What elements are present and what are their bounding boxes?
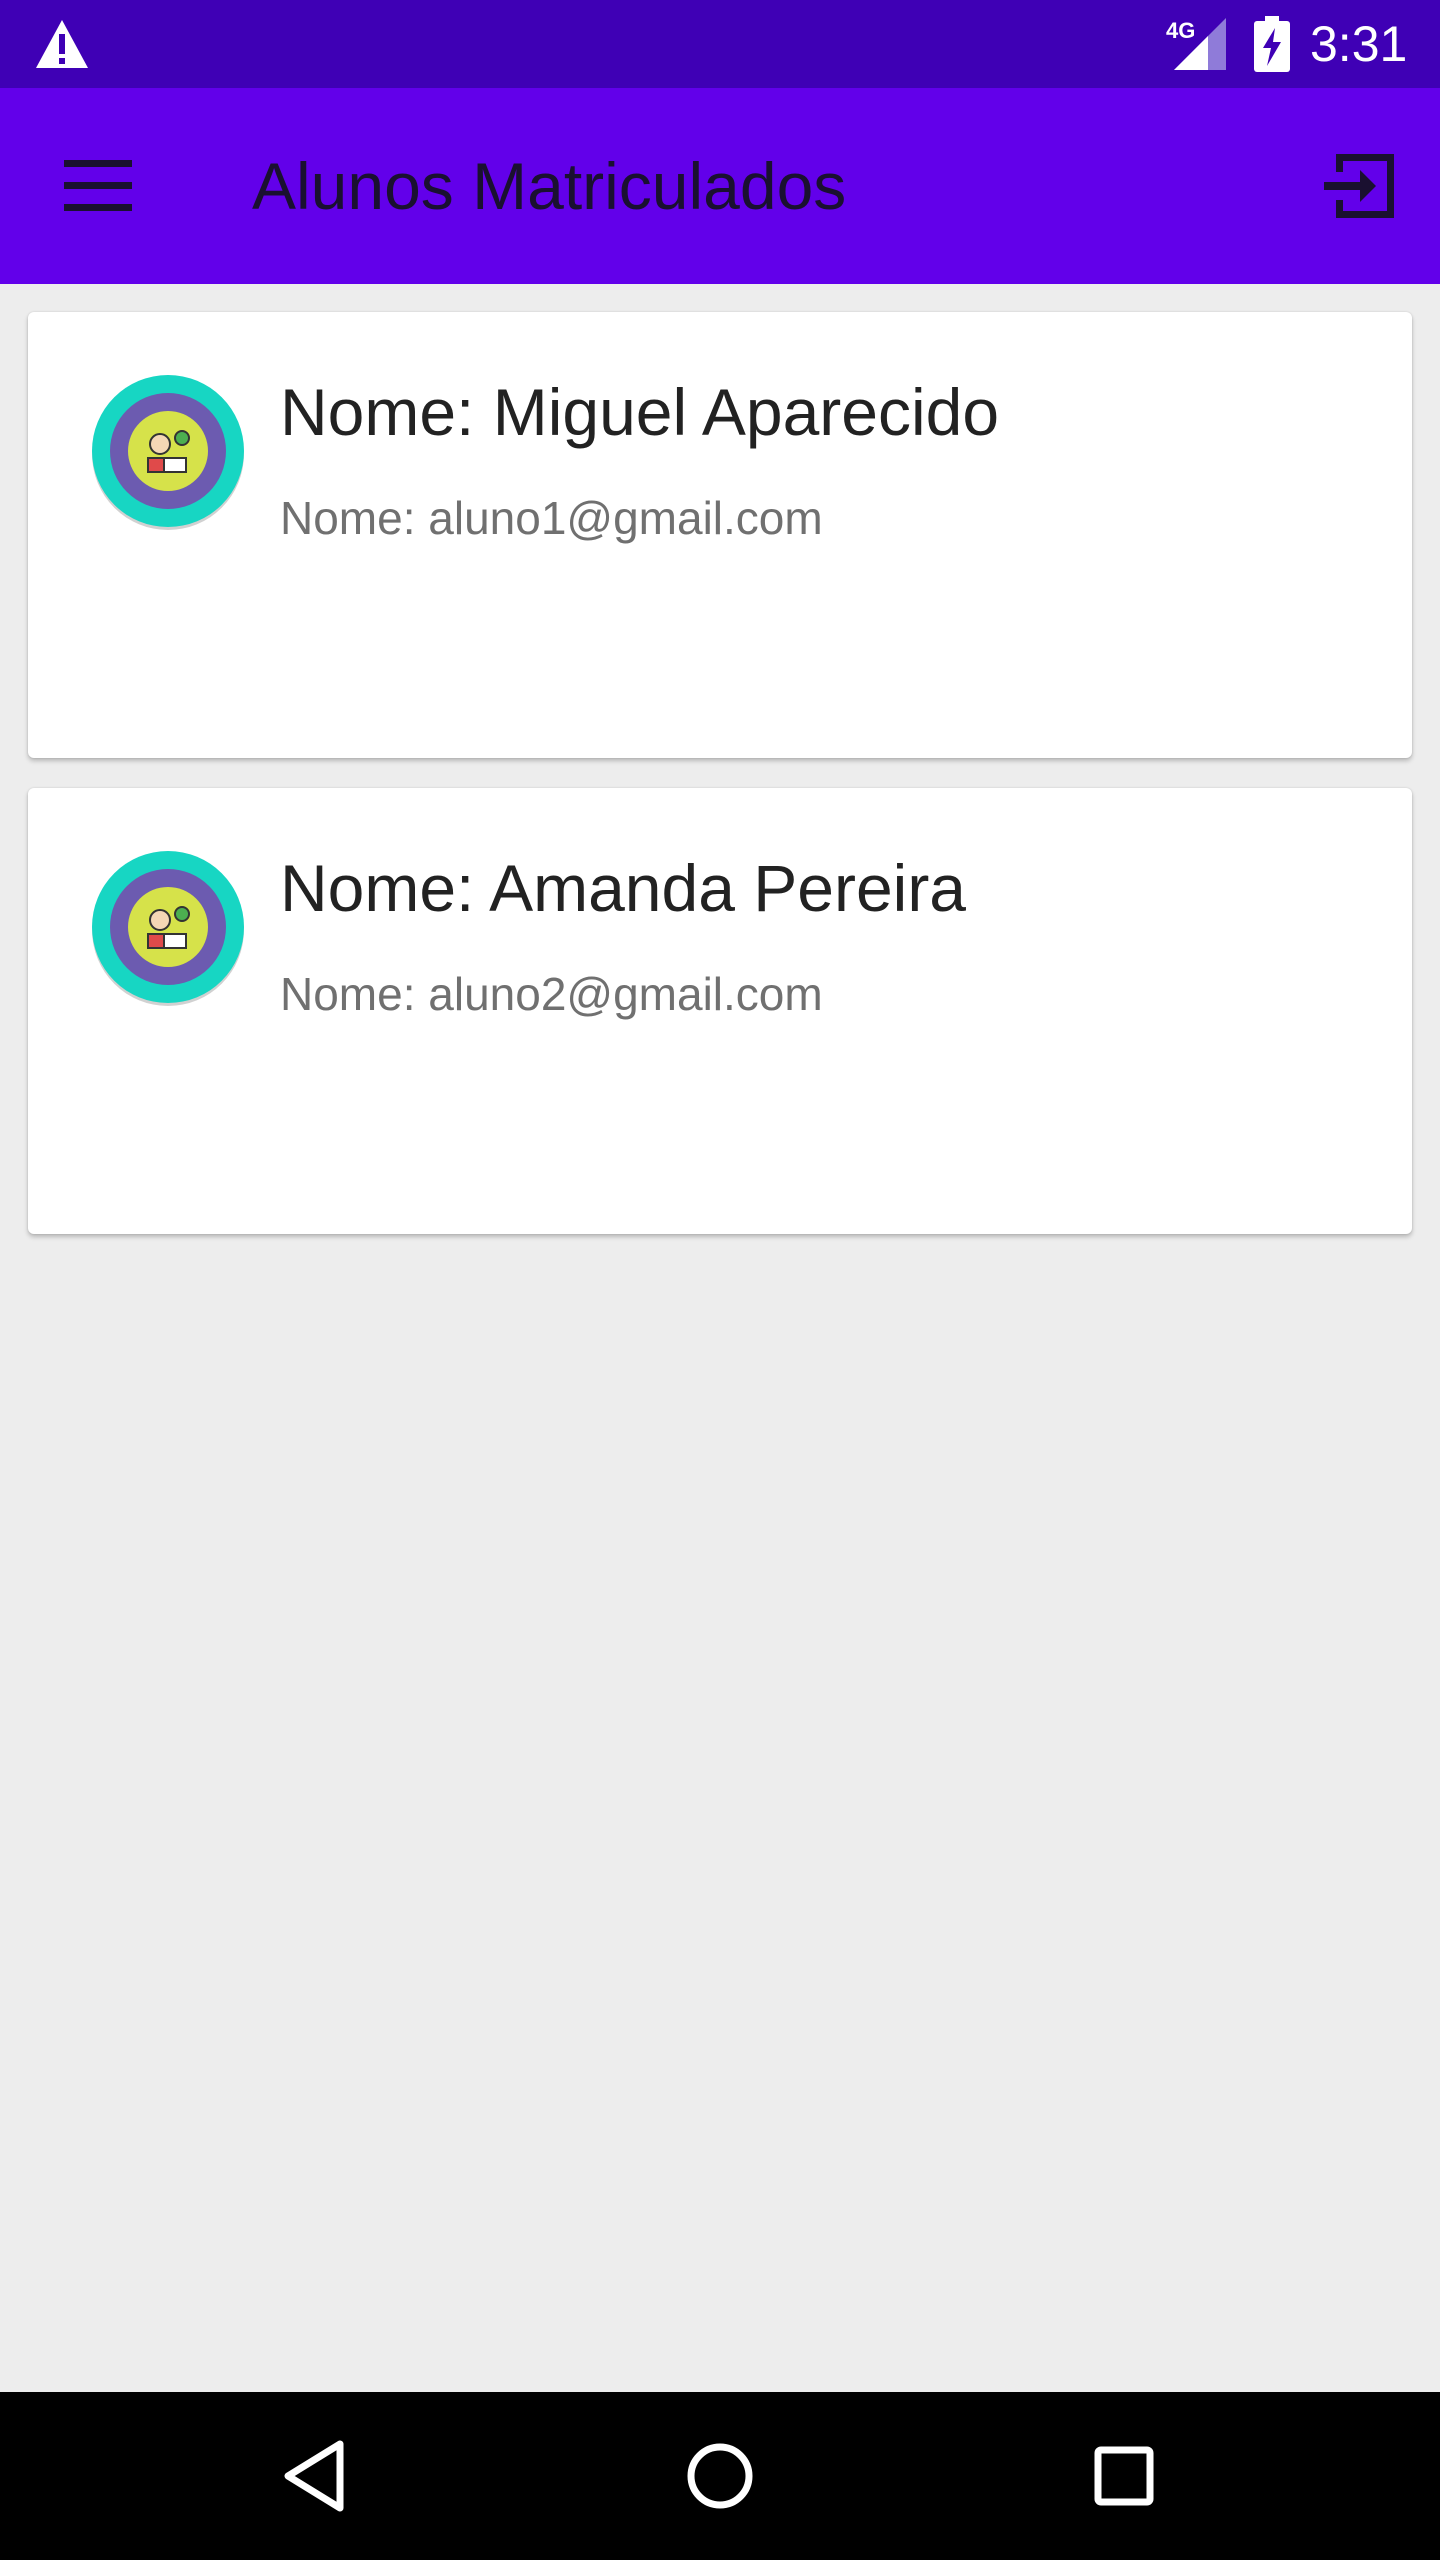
network-type-label: 4G: [1166, 18, 1196, 43]
warning-icon: [36, 20, 88, 68]
recents-icon[interactable]: [1074, 2426, 1174, 2526]
battery-charging-icon: [1254, 16, 1290, 72]
student-avatar-icon: [92, 851, 244, 1006]
hamburger-menu-icon[interactable]: [48, 146, 148, 226]
student-card[interactable]: Nome: Amanda Pereira Nome: aluno2@gmail.…: [28, 788, 1412, 1234]
clock: 3:31: [1310, 16, 1408, 72]
back-icon[interactable]: [266, 2426, 366, 2526]
home-icon[interactable]: [670, 2426, 770, 2526]
status-bar: 4G 3:31: [0, 0, 1440, 88]
student-card[interactable]: Nome: Miguel Aparecido Nome: aluno1@gmai…: [28, 312, 1412, 758]
student-email: Nome: aluno1@gmail.com: [280, 492, 823, 544]
student-email: Nome: aluno2@gmail.com: [280, 968, 823, 1020]
student-avatar-icon: [92, 375, 244, 530]
navigation-bar: [0, 2392, 1440, 2560]
student-name: Nome: Miguel Aparecido: [280, 375, 1000, 449]
student-name: Nome: Amanda Pereira: [280, 851, 967, 925]
logout-icon[interactable]: [1310, 146, 1406, 226]
page-title: Alunos Matriculados: [252, 149, 847, 223]
app-bar: Alunos Matriculados: [0, 88, 1440, 284]
